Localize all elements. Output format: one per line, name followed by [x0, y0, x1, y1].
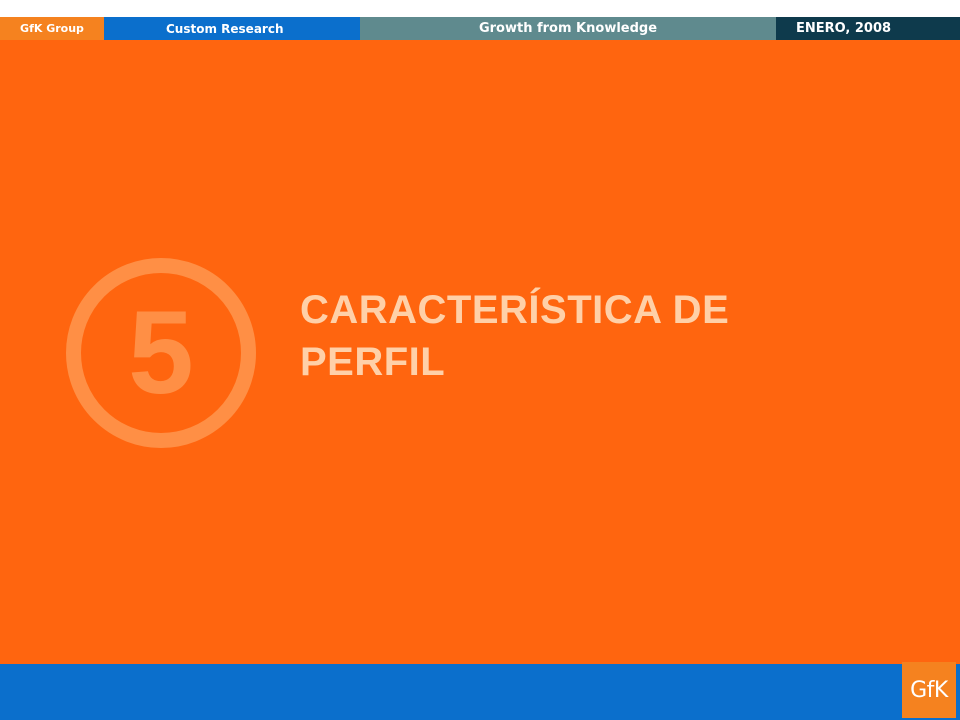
header-date: ENERO, 2008 [776, 17, 960, 40]
header-tagline: Growth from Knowledge [360, 17, 776, 40]
gfk-logo-text: GfK [910, 677, 948, 703]
header-division-label: Custom Research [104, 17, 360, 40]
section-title-line-2: PERFIL [300, 340, 446, 384]
section-title-line-1: CARACTERÍSTICA DE [300, 288, 730, 332]
gfk-logo: GfK [902, 662, 956, 718]
slide: GfK Group Custom Research Growth from Kn… [0, 0, 960, 720]
section-number: 5 [128, 287, 194, 419]
header-bar: GfK Group Custom Research Growth from Kn… [0, 17, 960, 40]
section-title: CARACTERÍSTICA DE PERFIL [300, 284, 860, 388]
header-group-label: GfK Group [0, 17, 104, 40]
main-panel: 5 CARACTERÍSTICA DE PERFIL [0, 40, 960, 664]
footer-bar [0, 664, 960, 720]
